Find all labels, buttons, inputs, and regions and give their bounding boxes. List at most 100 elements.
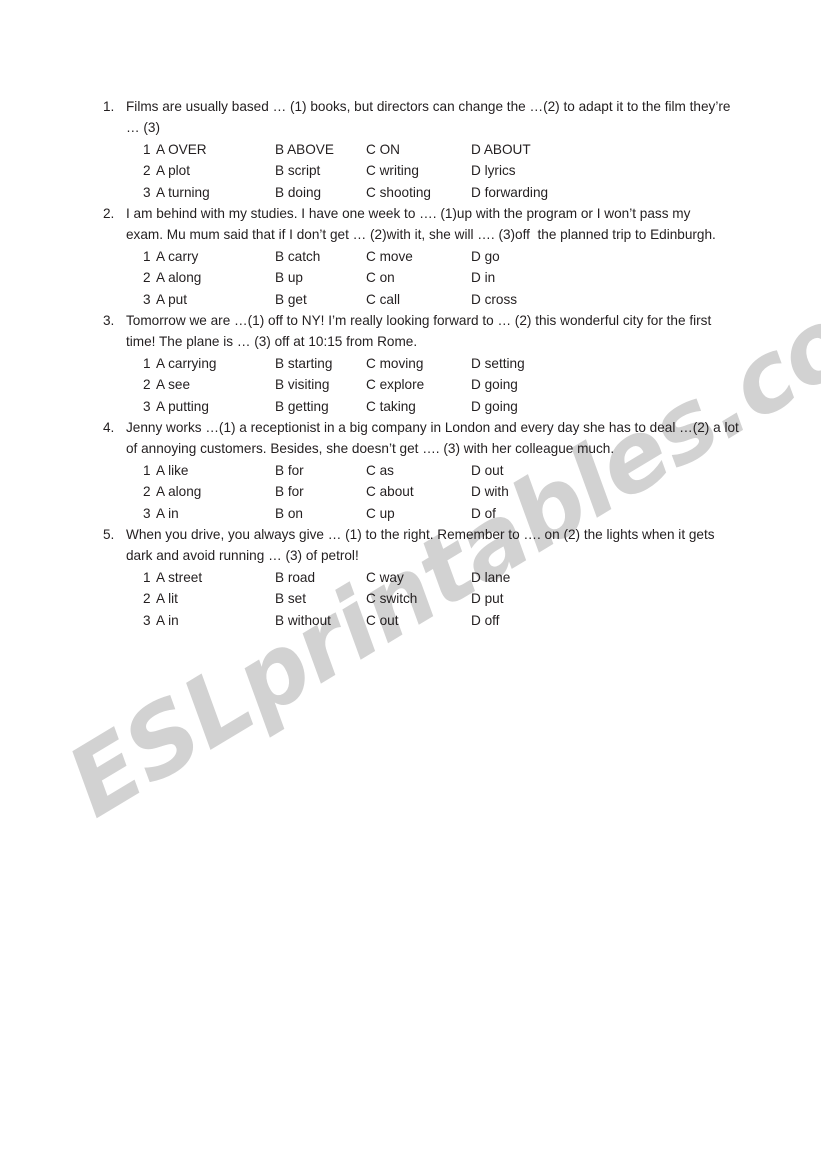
option-choice-c[interactable]: C way xyxy=(366,567,404,588)
options-group: 1 A OVER B ABOVE C ON D ABOUT 2 A plot B script… xyxy=(0,139,821,203)
option-choice-b[interactable]: B getting xyxy=(275,396,329,417)
question-text-line: of annoying customers. Besides, she does… xyxy=(126,441,615,457)
option-choice-c[interactable]: C switch xyxy=(366,588,417,609)
option-choice-a[interactable]: A putting xyxy=(156,396,209,417)
option-choice-d[interactable]: D forwarding xyxy=(471,182,548,203)
question-text-line: I am behind with my studies. I have one … xyxy=(126,205,691,221)
option-choice-a[interactable]: A plot xyxy=(156,160,190,181)
option-choice-d[interactable]: D put xyxy=(471,588,504,609)
option-choice-d[interactable]: D going xyxy=(471,396,518,417)
question-block: 2. I am behind with my studies. I have on… xyxy=(0,203,821,310)
option-choice-c[interactable]: C move xyxy=(366,246,413,267)
option-choice-a[interactable]: A along xyxy=(156,267,201,288)
option-row: 3 A turning B doing C shooting D forwarding xyxy=(0,182,821,203)
option-choice-a[interactable]: A in xyxy=(156,610,179,631)
question-head: 2. I am behind with my studies. I have on… xyxy=(0,203,821,246)
question-text: I am behind with my studies. I have one … xyxy=(0,203,821,246)
option-choice-b[interactable]: B doing xyxy=(275,182,321,203)
option-row: 1 A OVER B ABOVE C ON D ABOUT xyxy=(0,139,821,160)
option-row-index: 2 xyxy=(143,377,151,393)
option-row: 3 A put B get C call D cross xyxy=(0,289,821,310)
option-choice-b[interactable]: B on xyxy=(275,503,303,524)
question-text: Tomorrow we are …(1) off to NY! I’m real… xyxy=(0,310,821,353)
option-choice-a[interactable]: A carrying xyxy=(156,353,216,374)
option-choice-c[interactable]: C up xyxy=(366,503,395,524)
option-choice-a[interactable]: A turning xyxy=(156,182,210,203)
option-choice-d[interactable]: D cross xyxy=(471,289,517,310)
option-row-index: 1 xyxy=(143,248,151,264)
question-block: 3. Tomorrow we are …(1) off to NY! I’m re… xyxy=(0,310,821,417)
question-text-line: When you drive, you always give … (1) to… xyxy=(126,526,715,542)
option-choice-c[interactable]: C on xyxy=(366,267,395,288)
question-head: 5. When you drive, you always give … (1) … xyxy=(0,524,821,567)
option-choice-b[interactable]: B for xyxy=(275,460,304,481)
option-choice-b[interactable]: B catch xyxy=(275,246,320,267)
option-choice-b[interactable]: B visiting xyxy=(275,374,329,395)
question-head: 4. Jenny works …(1) a receptionist in a b… xyxy=(0,417,821,460)
option-choice-d[interactable]: D of xyxy=(471,503,496,524)
option-choice-b[interactable]: B up xyxy=(275,267,303,288)
question-block: 5. When you drive, you always give … (1) … xyxy=(0,524,821,631)
question-head: 3. Tomorrow we are …(1) off to NY! I’m re… xyxy=(0,310,821,353)
option-choice-d[interactable]: D lyrics xyxy=(471,160,516,181)
option-choice-a[interactable]: A along xyxy=(156,481,201,502)
option-choice-c[interactable]: C taking xyxy=(366,396,416,417)
option-choice-a[interactable]: A carry xyxy=(156,246,198,267)
option-choice-d[interactable]: D off xyxy=(471,610,499,631)
option-choice-a[interactable]: A in xyxy=(156,503,179,524)
option-choice-b[interactable]: B set xyxy=(275,588,306,609)
option-choice-b[interactable]: B for xyxy=(275,481,304,502)
option-choice-b[interactable]: B script xyxy=(275,160,320,181)
option-choice-a[interactable]: A street xyxy=(156,567,202,588)
option-choice-c[interactable]: C explore xyxy=(366,374,424,395)
option-choice-c[interactable]: C writing xyxy=(366,160,419,181)
options-group: 1 A like B for C as D out 2 A along B for C abou… xyxy=(0,460,821,524)
option-row: 2 A along B up C on D in xyxy=(0,267,821,288)
option-choice-a[interactable]: A put xyxy=(156,289,187,310)
worksheet-content: 1. Films are usually based … (1) books, b… xyxy=(0,0,821,631)
option-choice-c[interactable]: C as xyxy=(366,460,394,481)
option-choice-d[interactable]: D with xyxy=(471,481,509,502)
option-row: 2 A plot B script C writing D lyrics xyxy=(0,160,821,181)
option-choice-d[interactable]: D out xyxy=(471,460,504,481)
option-choice-b[interactable]: B starting xyxy=(275,353,332,374)
option-choice-b[interactable]: B without xyxy=(275,610,331,631)
option-choice-a[interactable]: A like xyxy=(156,460,189,481)
option-choice-d[interactable]: D setting xyxy=(471,353,525,374)
option-row: 2 A see B visiting C explore D going xyxy=(0,374,821,395)
option-choice-a[interactable]: A see xyxy=(156,374,190,395)
option-choice-d[interactable]: D go xyxy=(471,246,500,267)
option-choice-c[interactable]: C moving xyxy=(366,353,423,374)
option-row: 2 A along B for C about D with xyxy=(0,481,821,502)
options-group: 1 A carrying B starting C moving D setting 2 A… xyxy=(0,353,821,417)
option-choice-c[interactable]: C shooting xyxy=(366,182,431,203)
option-choice-c[interactable]: C call xyxy=(366,289,400,310)
option-row-index: 3 xyxy=(143,612,151,628)
option-row-index: 1 xyxy=(143,141,151,157)
option-choice-d[interactable]: D lane xyxy=(471,567,510,588)
option-choice-c[interactable]: C ON xyxy=(366,139,400,160)
question-text-line: … (3) xyxy=(126,120,160,136)
question-head: 1. Films are usually based … (1) books, b… xyxy=(0,96,821,139)
question-number: 5. xyxy=(103,526,115,542)
option-row-index: 3 xyxy=(143,505,151,521)
option-row: 1 A street B road C way D lane xyxy=(0,567,821,588)
option-row-index: 2 xyxy=(143,591,151,607)
question-text-line: Tomorrow we are …(1) off to NY! I’m real… xyxy=(126,312,712,328)
option-row-index: 3 xyxy=(143,398,151,414)
option-choice-a[interactable]: A OVER xyxy=(156,139,207,160)
option-choice-c[interactable]: C out xyxy=(366,610,399,631)
option-choice-d[interactable]: D ABOUT xyxy=(471,139,531,160)
option-choice-a[interactable]: A lit xyxy=(156,588,178,609)
option-row-index: 1 xyxy=(143,462,151,478)
option-choice-b[interactable]: B get xyxy=(275,289,307,310)
question-text-line: exam. Mu mum said that if I don’t get … … xyxy=(126,227,716,243)
question-number: 4. xyxy=(103,419,115,435)
option-choice-b[interactable]: B ABOVE xyxy=(275,139,334,160)
option-row-index: 3 xyxy=(143,291,151,307)
option-choice-d[interactable]: D in xyxy=(471,267,495,288)
option-choice-b[interactable]: B road xyxy=(275,567,315,588)
option-choice-c[interactable]: C about xyxy=(366,481,414,502)
option-choice-d[interactable]: D going xyxy=(471,374,518,395)
worksheet-page: ESLprintables.com 1. Films are usually ba… xyxy=(0,0,821,1161)
